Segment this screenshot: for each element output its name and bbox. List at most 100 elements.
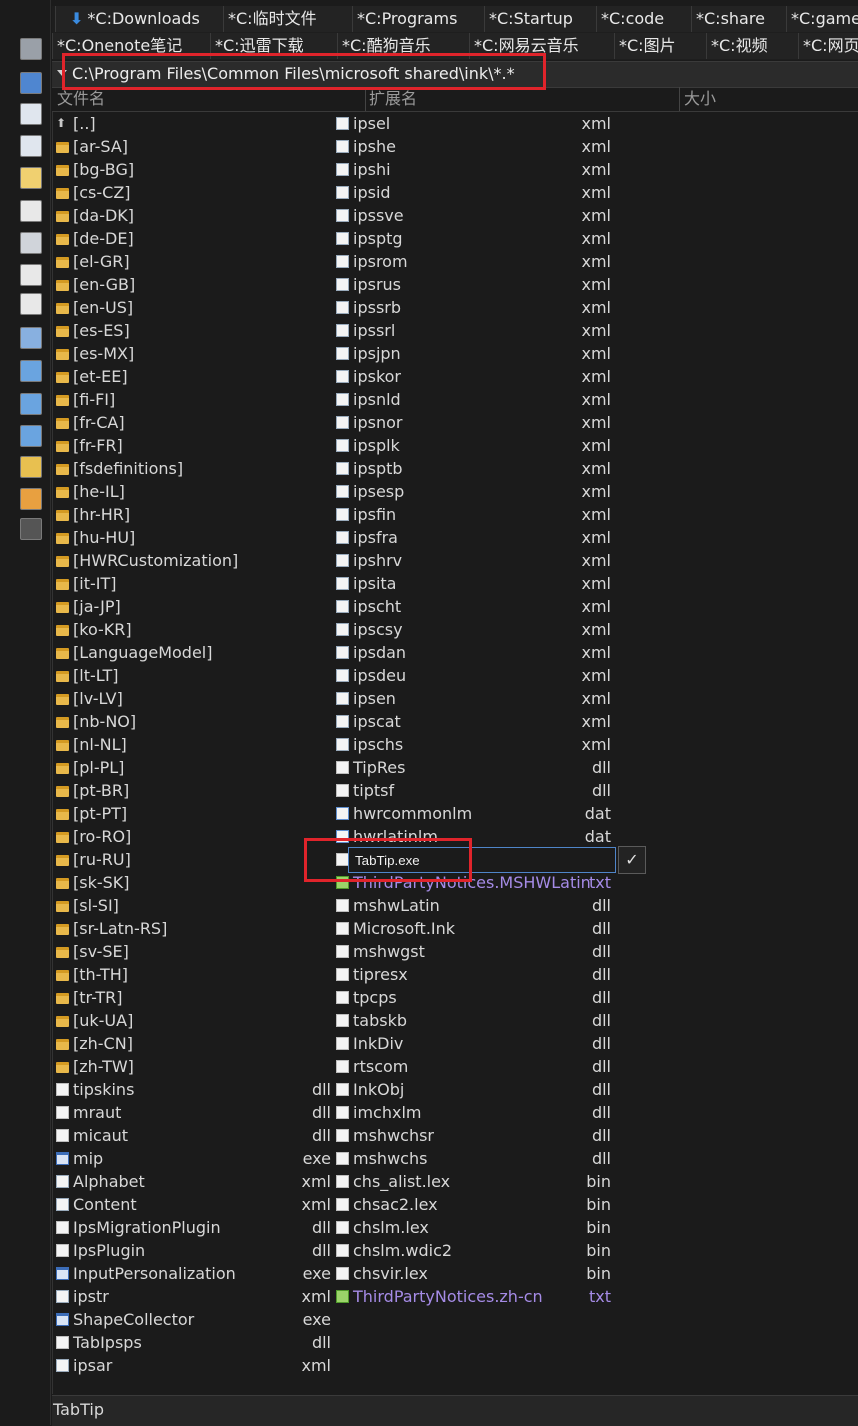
file-row[interactable]: ipsel xml	[334, 112, 611, 135]
up-arrow-icon[interactable]	[20, 38, 42, 60]
file-row[interactable]: tipskins dll	[54, 1078, 331, 1101]
file-row[interactable]: ipsptb xml	[334, 457, 611, 480]
copy-icon[interactable]	[20, 135, 42, 157]
file-row[interactable]: ipshe xml	[334, 135, 611, 158]
file-row[interactable]: [sl-SI]	[54, 894, 331, 917]
file-row[interactable]: ipsdeu xml	[334, 664, 611, 687]
file-row[interactable]: [ru-RU]	[54, 848, 331, 871]
file-row[interactable]: chsvir.lex bin	[334, 1262, 611, 1285]
file-row[interactable]: ipsen xml	[334, 687, 611, 710]
file-row[interactable]: ipssrl xml	[334, 319, 611, 342]
tree-icon[interactable]	[20, 360, 42, 382]
move-icon[interactable]	[20, 167, 42, 189]
file-row[interactable]: [pl-PL]	[54, 756, 331, 779]
file-row[interactable]: ipschs xml	[334, 733, 611, 756]
file-row[interactable]: [es-ES]	[54, 319, 331, 342]
file-icon[interactable]	[20, 293, 42, 315]
file-row[interactable]: tipresx dll	[334, 963, 611, 986]
file-row[interactable]: [de-DE]	[54, 227, 331, 250]
file-row[interactable]: micaut dll	[54, 1124, 331, 1147]
file-row[interactable]: ipsdan xml	[334, 641, 611, 664]
file-row[interactable]: ipsar xml	[54, 1354, 331, 1377]
file-row[interactable]: [es-MX]	[54, 342, 331, 365]
file-row[interactable]: [nb-NO]	[54, 710, 331, 733]
file-row[interactable]: Content xml	[54, 1193, 331, 1216]
column-divider[interactable]	[365, 87, 366, 111]
tab[interactable]: *C:code	[596, 6, 691, 32]
new-folder-icon[interactable]	[20, 200, 42, 222]
tab[interactable]: *C:Programs	[352, 6, 484, 32]
file-row[interactable]: [ro-RO]	[54, 825, 331, 848]
file-row[interactable]: IpsPlugin dll	[54, 1239, 331, 1262]
file-row[interactable]: InkDiv dll	[334, 1032, 611, 1055]
file-row[interactable]: [ja-JP]	[54, 595, 331, 618]
file-row[interactable]: ipsesp xml	[334, 480, 611, 503]
file-row[interactable]: TipRes dll	[334, 756, 611, 779]
file-row[interactable]: mshwchsr dll	[334, 1124, 611, 1147]
file-row[interactable]: [fsdefinitions]	[54, 457, 331, 480]
file-row[interactable]: ipsrus xml	[334, 273, 611, 296]
list-icon[interactable]	[20, 393, 42, 415]
file-row[interactable]: chs_alist.lex bin	[334, 1170, 611, 1193]
file-row[interactable]: Microsoft.Ink dll	[334, 917, 611, 940]
file-row[interactable]: [fr-FR]	[54, 434, 331, 457]
file-row[interactable]: rtscom dll	[334, 1055, 611, 1078]
file-row[interactable]: ipssrb xml	[334, 296, 611, 319]
file-row[interactable]: tabskb dll	[334, 1009, 611, 1032]
file-row[interactable]: InputPersonalization exe	[54, 1262, 331, 1285]
filter-icon[interactable]	[20, 488, 42, 510]
file-row[interactable]: ThirdPartyNotices.zh-cn txt	[334, 1285, 611, 1308]
tab[interactable]: *C:Startup	[484, 6, 596, 32]
file-row[interactable]: [ko-KR]	[54, 618, 331, 641]
file-row[interactable]: mip exe	[54, 1147, 331, 1170]
file-row[interactable]: [sv-SE]	[54, 940, 331, 963]
file-row[interactable]: [it-IT]	[54, 572, 331, 595]
file-row[interactable]: chslm.lex bin	[334, 1216, 611, 1239]
file-row[interactable]: [lt-LT]	[54, 664, 331, 687]
file-row[interactable]: ipsrom xml	[334, 250, 611, 273]
file-row[interactable]: [fi-FI]	[54, 388, 331, 411]
file-row[interactable]: [sr-Latn-RS]	[54, 917, 331, 940]
file-row[interactable]: [he-IL]	[54, 480, 331, 503]
check-icon[interactable]: ✓	[618, 846, 646, 874]
file-row[interactable]: [fr-CA]	[54, 411, 331, 434]
file-row[interactable]: ShapeCollector exe	[54, 1308, 331, 1331]
file-row[interactable]: [cs-CZ]	[54, 181, 331, 204]
file-row[interactable]: ipshrv xml	[334, 549, 611, 572]
file-row[interactable]: ipstr xml	[54, 1285, 331, 1308]
file-row[interactable]: [et-EE]	[54, 365, 331, 388]
file-row[interactable]: [lv-LV]	[54, 687, 331, 710]
filter-active-icon[interactable]	[20, 518, 42, 540]
file-row[interactable]: [hu-HU]	[54, 526, 331, 549]
file-row[interactable]: tpcps dll	[334, 986, 611, 1009]
file-row[interactable]: ipsnld xml	[334, 388, 611, 411]
file-row[interactable]: ipsita xml	[334, 572, 611, 595]
file-row[interactable]: ipsfra xml	[334, 526, 611, 549]
file-row[interactable]: [uk-UA]	[54, 1009, 331, 1032]
edit-icon[interactable]	[20, 103, 42, 125]
file-row[interactable]: mshwchs dll	[334, 1147, 611, 1170]
file-row[interactable]: [LanguageModel]	[54, 641, 331, 664]
file-row[interactable]: ipsjpn xml	[334, 342, 611, 365]
column-header-name[interactable]: 文件名	[57, 88, 105, 110]
file-row[interactable]: [en-US]	[54, 296, 331, 319]
file-row[interactable]: ipsptg xml	[334, 227, 611, 250]
column-header-ext[interactable]: 扩展名	[369, 88, 417, 110]
tab[interactable]: *C:share	[691, 6, 786, 32]
search-icon[interactable]	[20, 72, 42, 94]
file-row[interactable]: Alphabet xml	[54, 1170, 331, 1193]
tab[interactable]: ⬇ *C:Downloads	[55, 6, 228, 32]
tab[interactable]: *C:视频	[706, 33, 798, 59]
file-row[interactable]: IpsMigrationPlugin dll	[54, 1216, 331, 1239]
file-row[interactable]: mshwgst dll	[334, 940, 611, 963]
file-row[interactable]: tiptsf dll	[334, 779, 611, 802]
file-row[interactable]: [pt-BR]	[54, 779, 331, 802]
file-row[interactable]: [en-GB]	[54, 273, 331, 296]
file-row[interactable]: [bg-BG]	[54, 158, 331, 181]
file-row[interactable]: ipskor xml	[334, 365, 611, 388]
file-row[interactable]: ipsid xml	[334, 181, 611, 204]
folder-sync-icon[interactable]	[20, 456, 42, 478]
file-row[interactable]: [zh-CN]	[54, 1032, 331, 1055]
file-row[interactable]: ipssve xml	[334, 204, 611, 227]
column-header-size[interactable]: 大小	[684, 88, 716, 110]
